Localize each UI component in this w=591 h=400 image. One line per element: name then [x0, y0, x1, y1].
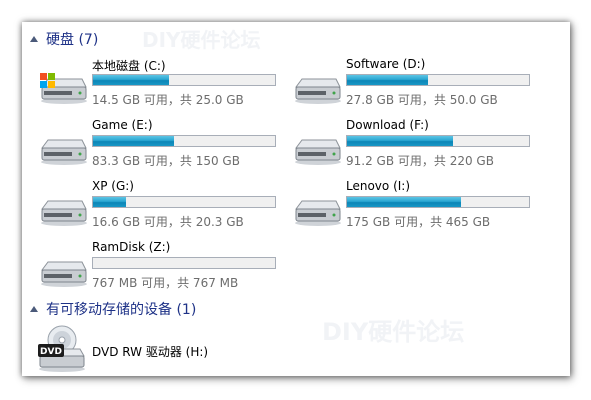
group-header-removable[interactable]: 有可移动存储的设备 (1)	[22, 298, 196, 320]
hard-drive-icon	[41, 261, 87, 287]
hard-drive-icon	[295, 139, 341, 165]
drive-c[interactable]: 本地磁盘 (C:) 14.5 GB 可用，共 25.0 GB	[38, 57, 278, 113]
drive-name: DVD RW 驱动器 (H:)	[92, 345, 209, 359]
usage-bar	[346, 135, 530, 147]
hard-drive-icon	[41, 139, 87, 165]
drive-space-info: 16.6 GB 可用，共 20.3 GB	[92, 215, 244, 229]
computer-window: DIY硬件论坛 DIY硬件论坛 硬盘 (7) 本地磁盘 (C:) 14.5 GB…	[22, 22, 570, 376]
drive-space-info: 767 MB 可用，共 767 MB	[92, 276, 239, 290]
group-header-hard-disks[interactable]: 硬盘 (7)	[22, 28, 98, 50]
drive-name: RamDisk (Z:)	[92, 240, 171, 254]
drive-space-info: 175 GB 可用，共 465 GB	[346, 215, 491, 229]
collapse-triangle-icon[interactable]	[30, 36, 38, 42]
usage-fill	[347, 75, 428, 85]
hard-drive-icon	[41, 200, 87, 226]
drive-name: Software (D:)	[346, 57, 426, 71]
usage-bar	[92, 257, 276, 269]
drive-z[interactable]: RamDisk (Z:) 767 MB 可用，共 767 MB	[38, 240, 278, 296]
drive-name: Lenovo (I:)	[346, 179, 411, 193]
usage-bar	[346, 74, 530, 86]
hard-drive-icon	[295, 200, 341, 226]
usage-fill	[93, 136, 174, 146]
usage-bar	[92, 196, 276, 208]
watermark-bottom: DIY硬件论坛	[322, 318, 465, 346]
usage-bar	[92, 74, 276, 86]
system-hard-drive-icon	[40, 73, 87, 104]
watermark-top: DIY硬件论坛	[142, 28, 261, 52]
drive-g[interactable]: XP (G:) 16.6 GB 可用，共 20.3 GB	[38, 179, 278, 235]
usage-fill	[93, 197, 127, 207]
drive-name: Download (F:)	[346, 118, 429, 132]
drive-name: 本地磁盘 (C:)	[92, 59, 166, 73]
drive-f[interactable]: Download (F:) 91.2 GB 可用，共 220 GB	[292, 118, 532, 174]
drive-d[interactable]: Software (D:) 27.8 GB 可用，共 50.0 GB	[292, 57, 532, 113]
drive-space-info: 91.2 GB 可用，共 220 GB	[346, 154, 494, 168]
dvd-drive-icon: DVD	[38, 325, 85, 372]
collapse-triangle-icon[interactable]	[30, 306, 38, 312]
usage-bar	[346, 196, 530, 208]
drive-h-dvd[interactable]: DVD DVD RW 驱动器 (H:)	[36, 324, 336, 372]
hard-drive-icon	[295, 78, 341, 104]
drive-name: XP (G:)	[92, 179, 134, 193]
usage-bar	[92, 135, 276, 147]
group-label: 硬盘 (7)	[46, 32, 99, 48]
usage-fill	[347, 136, 454, 146]
dvd-badge-text: DVD	[40, 347, 62, 357]
usage-fill	[93, 75, 170, 85]
usage-fill	[347, 197, 461, 207]
drive-space-info: 83.3 GB 可用，共 150 GB	[92, 154, 240, 168]
drive-space-info: 14.5 GB 可用，共 25.0 GB	[92, 93, 244, 107]
drive-space-info: 27.8 GB 可用，共 50.0 GB	[346, 93, 498, 107]
drive-e[interactable]: Game (E:) 83.3 GB 可用，共 150 GB	[38, 118, 278, 174]
drive-name: Game (E:)	[92, 118, 153, 132]
group-label: 有可移动存储的设备 (1)	[46, 302, 197, 318]
drive-i[interactable]: Lenovo (I:) 175 GB 可用，共 465 GB	[292, 179, 532, 235]
